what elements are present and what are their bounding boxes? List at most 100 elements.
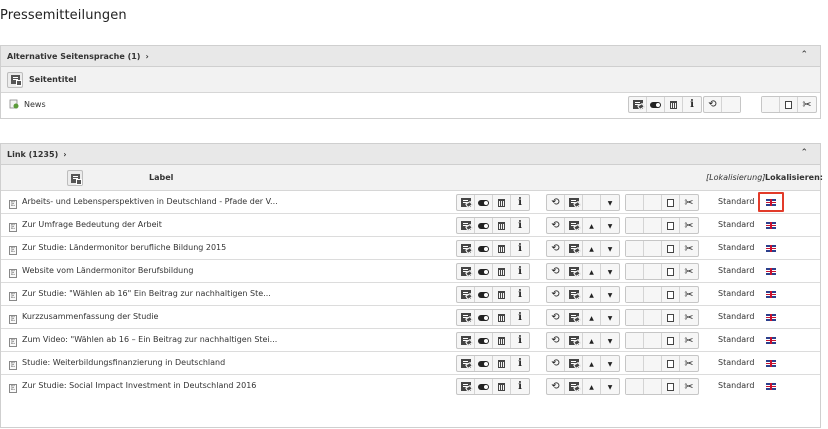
info-button[interactable]: i <box>511 379 529 394</box>
move-up-button[interactable] <box>583 241 601 256</box>
english-flag-icon[interactable] <box>766 383 776 390</box>
move-up-button[interactable] <box>583 310 601 325</box>
delete-button[interactable] <box>665 97 683 112</box>
info-button[interactable]: i <box>511 264 529 279</box>
delete-button[interactable] <box>493 287 511 302</box>
cut-button[interactable]: ✂ <box>680 333 698 348</box>
cut-button[interactable]: ✂ <box>680 218 698 233</box>
cut-button[interactable]: ✂ <box>680 379 698 394</box>
panel-header[interactable]: Link (1235) › ⌃ <box>1 144 820 165</box>
move-down-button[interactable] <box>601 379 619 394</box>
hide-toggle-button[interactable] <box>475 333 493 348</box>
move-down-button[interactable] <box>601 287 619 302</box>
history-button[interactable]: ⟲ <box>547 310 565 325</box>
copy-button[interactable] <box>662 195 680 210</box>
edit-button[interactable] <box>457 379 475 394</box>
collapse-icon[interactable]: ⌃ <box>800 148 808 158</box>
move-down-button[interactable] <box>601 333 619 348</box>
move-down-button[interactable] <box>601 218 619 233</box>
copy-button[interactable] <box>662 379 680 394</box>
copy-button[interactable] <box>662 287 680 302</box>
copy-button[interactable] <box>662 264 680 279</box>
cut-button[interactable]: ✂ <box>680 195 698 210</box>
edit-button[interactable] <box>457 264 475 279</box>
history-button[interactable]: ⟲ <box>547 218 565 233</box>
row-title[interactable]: E Arbeits- und Lebensperspektiven in Deut… <box>9 197 278 209</box>
english-flag-icon[interactable] <box>766 314 776 321</box>
move-up-button[interactable] <box>583 379 601 394</box>
info-button[interactable]: i <box>511 241 529 256</box>
new-after-button[interactable] <box>565 379 583 394</box>
cut-button[interactable]: ✂ <box>680 241 698 256</box>
copy-button[interactable] <box>662 356 680 371</box>
hide-toggle-button[interactable] <box>475 379 493 394</box>
new-after-button[interactable] <box>565 241 583 256</box>
panel-title[interactable]: Link (1235) › <box>7 150 67 159</box>
english-flag-icon[interactable] <box>766 268 776 275</box>
row-title[interactable]: E Zum Video: "Wählen ab 16 – Ein Beitrag … <box>9 335 277 347</box>
history-button[interactable]: ⟲ <box>547 264 565 279</box>
move-down-button[interactable] <box>601 264 619 279</box>
info-button[interactable]: i <box>511 356 529 371</box>
info-button[interactable]: i <box>511 333 529 348</box>
delete-button[interactable] <box>493 379 511 394</box>
new-after-button[interactable] <box>565 333 583 348</box>
history-button[interactable]: ⟲ <box>547 333 565 348</box>
delete-button[interactable] <box>493 264 511 279</box>
new-after-button[interactable] <box>565 310 583 325</box>
hide-toggle-button[interactable] <box>475 264 493 279</box>
english-flag-icon[interactable] <box>766 199 776 206</box>
move-down-button[interactable] <box>601 241 619 256</box>
english-flag-icon[interactable] <box>766 245 776 252</box>
new-after-button[interactable] <box>565 264 583 279</box>
copy-button[interactable] <box>662 310 680 325</box>
row-title[interactable]: E Zur Umfrage Bedeutung der Arbeit <box>9 220 162 232</box>
row-title[interactable]: E Studie: Weiterbildungsfinanzierung in D… <box>9 358 225 370</box>
hide-toggle-button[interactable] <box>475 287 493 302</box>
row-title[interactable]: E Zur Studie: Social Impact Investment in… <box>9 381 256 393</box>
row-title[interactable]: E Zur Studie: "Wählen ab 16" Ein Beitrag … <box>9 289 271 301</box>
history-button[interactable]: ⟲ <box>704 97 722 112</box>
info-button[interactable]: i <box>511 310 529 325</box>
new-record-button[interactable] <box>67 170 83 186</box>
new-after-button[interactable] <box>565 356 583 371</box>
copy-button[interactable] <box>662 333 680 348</box>
edit-button[interactable] <box>457 218 475 233</box>
english-flag-icon[interactable] <box>766 222 776 229</box>
history-button[interactable]: ⟲ <box>547 241 565 256</box>
edit-button[interactable] <box>457 356 475 371</box>
english-flag-icon[interactable] <box>766 337 776 344</box>
cut-button[interactable]: ✂ <box>680 287 698 302</box>
cut-button[interactable]: ✂ <box>680 356 698 371</box>
edit-button[interactable] <box>457 333 475 348</box>
new-after-button[interactable] <box>565 218 583 233</box>
delete-button[interactable] <box>493 310 511 325</box>
english-flag-icon[interactable] <box>766 360 776 367</box>
row-title[interactable]: News <box>9 99 46 109</box>
row-title[interactable]: E Zur Studie: Ländermonitor berufliche Bi… <box>9 243 226 255</box>
edit-button[interactable] <box>457 241 475 256</box>
edit-button[interactable] <box>457 195 475 210</box>
info-button[interactable]: i <box>511 218 529 233</box>
panel-header[interactable]: Alternative Seitensprache (1) › ⌃ <box>1 46 820 67</box>
move-down-button[interactable] <box>601 310 619 325</box>
hide-toggle-button[interactable] <box>647 97 665 112</box>
edit-button[interactable] <box>629 97 647 112</box>
delete-button[interactable] <box>493 356 511 371</box>
row-title[interactable]: E Website vom Ländermonitor Berufsbildung <box>9 266 193 278</box>
delete-button[interactable] <box>493 195 511 210</box>
hide-toggle-button[interactable] <box>475 218 493 233</box>
column-seitentitel[interactable]: Seitentitel <box>29 75 76 84</box>
delete-button[interactable] <box>493 218 511 233</box>
move-down-button[interactable] <box>601 195 619 210</box>
move-up-button[interactable] <box>583 287 601 302</box>
column-label[interactable]: Label <box>149 173 173 182</box>
move-up-button[interactable] <box>583 218 601 233</box>
new-after-button[interactable] <box>565 287 583 302</box>
hide-toggle-button[interactable] <box>475 195 493 210</box>
delete-button[interactable] <box>493 241 511 256</box>
new-after-button[interactable] <box>565 195 583 210</box>
row-title[interactable]: E Kurzzusammenfassung der Studie <box>9 312 158 324</box>
english-flag-icon[interactable] <box>766 291 776 298</box>
cut-button[interactable]: ✂ <box>680 310 698 325</box>
